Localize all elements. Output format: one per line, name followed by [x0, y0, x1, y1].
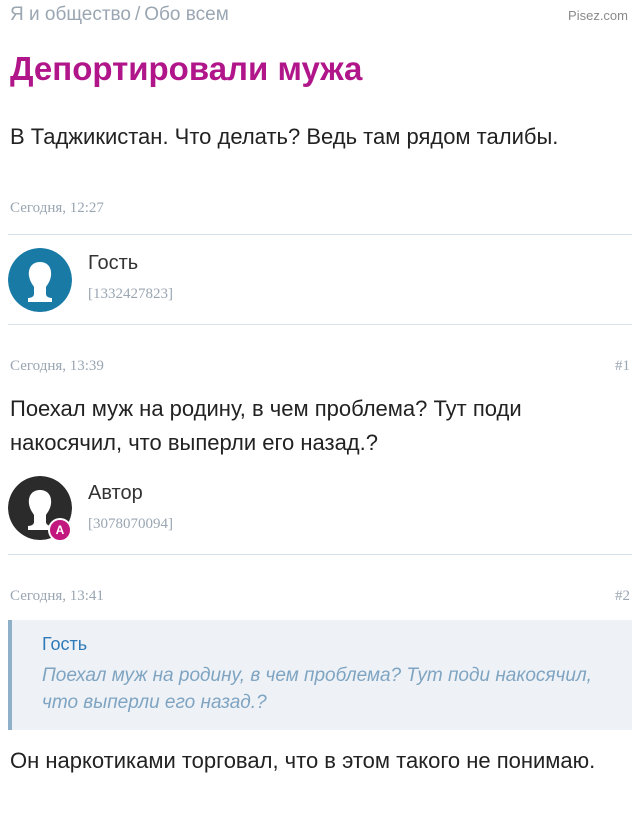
post-number[interactable]: #1: [615, 358, 630, 375]
author-id-guest: [1332427823]: [88, 286, 173, 302]
quote-author[interactable]: Гость: [42, 634, 87, 655]
page-title: Депортировали мужа: [10, 50, 363, 87]
topic-date: Сегодня, 12:27: [10, 200, 104, 216]
breadcrumb-subsection-link[interactable]: Обо всем: [144, 4, 229, 25]
topic-text: В Таджикистан. Что делать? Ведь там рядо…: [10, 124, 559, 149]
author-name[interactable]: Автор: [88, 482, 143, 505]
avatar-guest[interactable]: [8, 248, 72, 312]
author-name-guest[interactable]: Гость: [88, 252, 138, 275]
user-silhouette-icon: [8, 248, 72, 312]
breadcrumb: Я и общество / Обо всем: [10, 4, 229, 26]
divider: [8, 554, 632, 555]
post-text: Он наркотиками торговал, что в этом тако…: [10, 748, 596, 773]
author-badge: А: [48, 518, 72, 542]
quote-text: Поехал муж на родину, в чем проблема? Ту…: [42, 665, 592, 713]
divider: [8, 324, 632, 325]
watermark: Pisez.com: [568, 8, 628, 23]
post-date: Сегодня, 13:41: [10, 588, 104, 604]
post-text: Поехал муж на родину, в чем проблема? Ту…: [10, 396, 522, 455]
post-date: Сегодня, 13:39: [10, 358, 104, 374]
quote-block: Гость Поехал муж на родину, в чем пробле…: [8, 620, 632, 730]
breadcrumb-separator: /: [134, 4, 141, 25]
breadcrumb-section-link[interactable]: Я и общество: [10, 4, 131, 25]
author-id: [3078070094]: [88, 516, 173, 532]
post-number[interactable]: #2: [615, 588, 630, 605]
divider: [8, 234, 632, 235]
